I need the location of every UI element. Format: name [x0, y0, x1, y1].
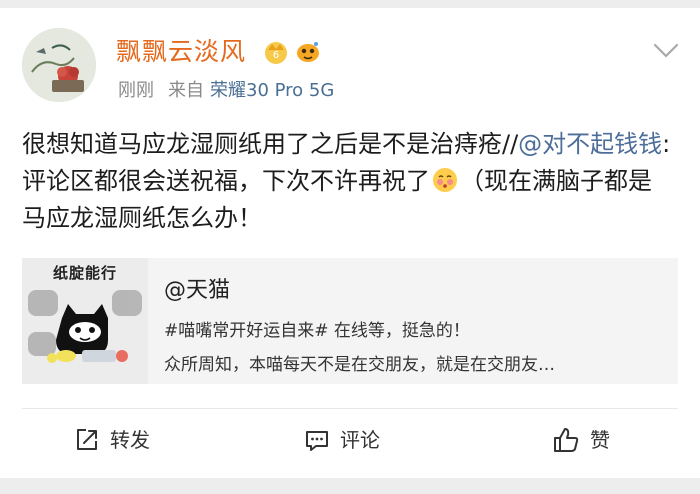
- top-strip: [0, 0, 700, 8]
- bottom-strip: [0, 478, 700, 494]
- action-divider: [22, 408, 678, 409]
- svg-text:6: 6: [273, 50, 279, 61]
- like-button[interactable]: 赞: [552, 424, 610, 456]
- forward-label: 转发: [110, 428, 150, 452]
- blush-emoji-icon: [433, 168, 457, 192]
- vip-badge-icon[interactable]: 6: [262, 38, 290, 66]
- author-name[interactable]: 飘飘云淡风: [116, 34, 246, 70]
- comment-label: 评论: [340, 428, 380, 452]
- card-thumbnail: 纸腚能行: [22, 258, 148, 384]
- chevron-down-icon[interactable]: [652, 42, 680, 60]
- avatar-image: [22, 28, 96, 102]
- card-title[interactable]: @天猫: [164, 272, 230, 304]
- device-link[interactable]: 荣耀30 Pro 5G: [210, 80, 334, 101]
- post-text-main: 很想知道马应龙湿厕纸用了之后是不是治痔疮//: [22, 130, 519, 158]
- post-meta: 刚刚 来自 荣耀30 Pro 5G: [118, 78, 334, 104]
- avatar[interactable]: [22, 28, 96, 102]
- like-label: 赞: [590, 428, 610, 452]
- thumbs-up-icon: [554, 428, 579, 452]
- fish-badge-icon[interactable]: [294, 38, 322, 66]
- comment-button[interactable]: 评论: [304, 424, 380, 456]
- post-text: 很想知道马应龙湿厕纸用了之后是不是治痔疮//@对不起钱钱:评论区都很会送祝福，下…: [22, 126, 674, 237]
- forward-button[interactable]: 转发: [74, 424, 150, 456]
- thumbnail-label: 纸腚能行: [52, 264, 117, 282]
- linked-post-card[interactable]: 纸腚能行 @天猫 #喵嘴常开好运自来# 在线等，挺急的！ 众所周知，本喵每天不是…: [22, 258, 678, 384]
- card-summary-line2: 众所周知，本喵每天不是在交朋友，就是在交朋友…: [164, 355, 555, 375]
- comment-icon: [306, 431, 328, 451]
- mention-link[interactable]: @对不起钱钱: [518, 130, 662, 158]
- card-summary-line1: #喵嘴常开好运自来# 在线等，挺急的！: [164, 321, 470, 341]
- share-icon: [77, 429, 97, 450]
- source-prefix: 来自: [168, 80, 204, 101]
- post-time: 刚刚: [118, 80, 154, 101]
